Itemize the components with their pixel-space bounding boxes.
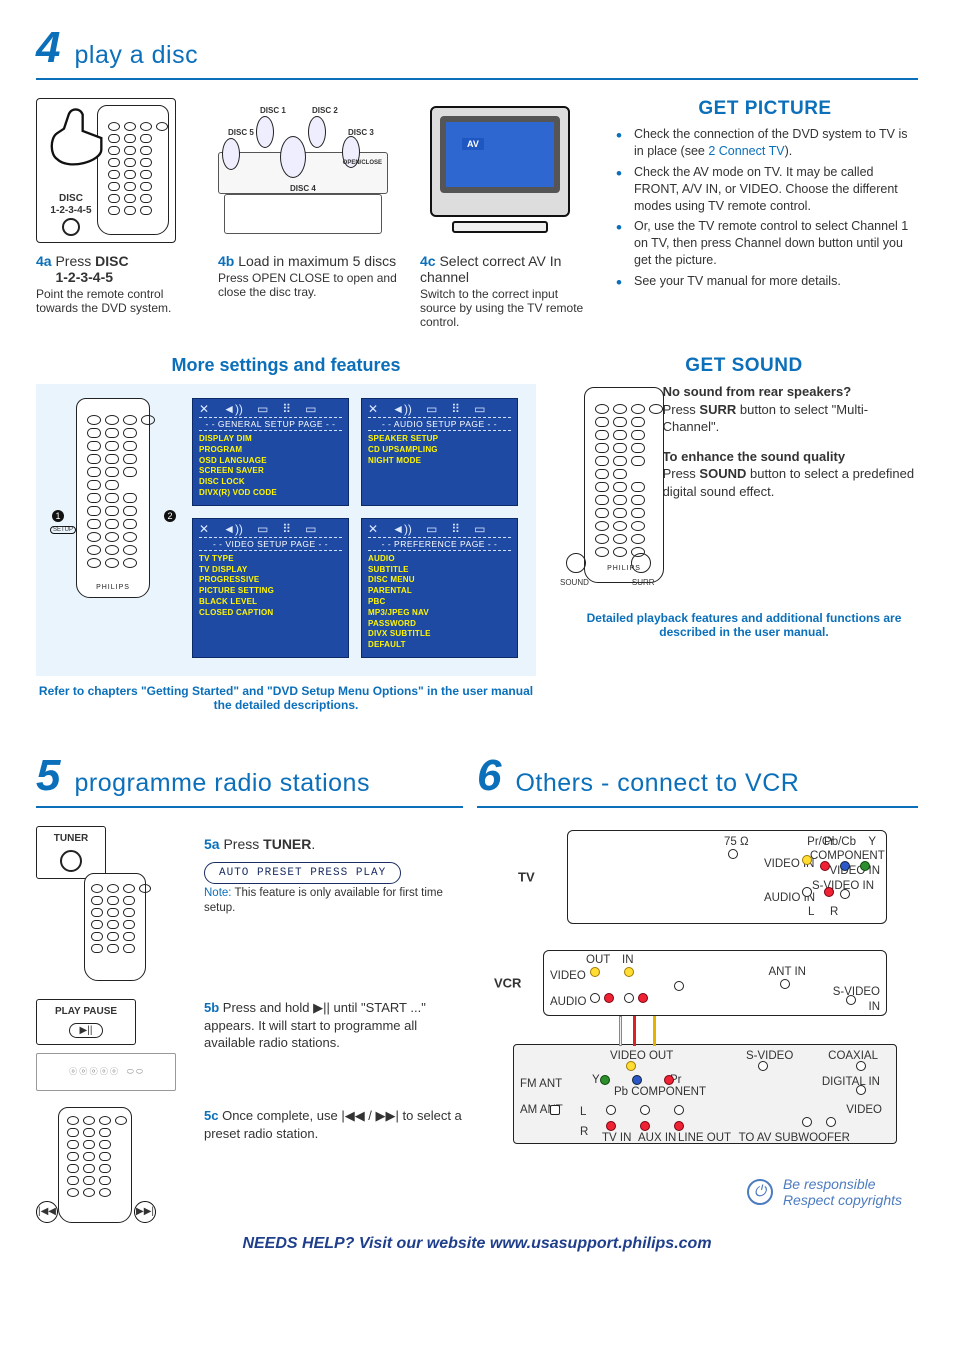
get-sound-text: No sound from rear speakers? Press SURR …	[663, 383, 918, 500]
step-4b-heading: 4b Load in maximum 5 discs	[218, 253, 398, 269]
av-badge: AV	[462, 138, 484, 150]
step-4b-note: Press OPEN CLOSE to open and close the d…	[218, 271, 398, 299]
brand-label: PHILIPS	[585, 565, 663, 572]
copyright-notice: ⏻ Be responsible Respect copyrights	[503, 1176, 902, 1208]
settings-footnote: Refer to chapters "Getting Started" and …	[36, 684, 536, 712]
front-panel-diagram: ⓞ ⓞ ⓞ ⓞ ⓞ ⬭ ⬭	[36, 1053, 176, 1091]
setup-key-label: SETUP	[50, 526, 76, 534]
disc-4-label: DISC 4	[290, 184, 316, 193]
sound-button-icon	[566, 553, 586, 573]
help-footer: NEEDS HELP? Visit our website www.usasup…	[36, 1235, 918, 1253]
callout-2: 2	[164, 510, 176, 522]
settings-and-sound: More settings and features	[36, 335, 918, 712]
section5-title: programme radio stations	[74, 769, 369, 798]
settings-box: PHILIPS 1 2 SETUP ✕◄))▭⠿▭ - - GENERAL SE…	[36, 384, 536, 676]
disc-button-callout: DISC 1-2-3-4-5	[41, 193, 101, 236]
vcr-diagram: TV 75 Ω Pr/Cr Pb/Cb Y COMPONENT VIDEO IN…	[503, 830, 910, 1170]
callout-1: 1	[52, 510, 64, 522]
hr	[36, 78, 918, 80]
section6-number: 6	[477, 754, 501, 798]
get-sound-title: GET SOUND	[570, 355, 918, 377]
disc-1-label: DISC 1	[260, 106, 286, 115]
section5-body: TUNER	[36, 826, 463, 1227]
pointing-hand-icon	[43, 103, 113, 173]
gs-q2-body: Press SOUND button to select a predefine…	[663, 465, 918, 500]
section4-title: play a disc	[74, 41, 198, 70]
disc-3-label: DISC 3	[348, 128, 374, 137]
playpause-icon: ▶||	[69, 1023, 104, 1038]
connect-tv-link[interactable]: 2 Connect TV	[708, 144, 784, 158]
gs-q1-body: Press SURR button to select "Multi-Chann…	[663, 401, 918, 436]
disc-label-l1: DISC	[59, 193, 83, 204]
disc-5-label: DISC 5	[228, 128, 254, 137]
get-picture-item: Check the connection of the DVD system t…	[612, 126, 918, 160]
vcr-unit-label: VCR	[494, 975, 521, 990]
settings-block: More settings and features	[36, 355, 536, 712]
playpause-callout: PLAY PAUSE ▶|| ⓞ ⓞ ⓞ ⓞ ⓞ ⬭ ⬭	[36, 999, 186, 1091]
setup-remote-diagram: PHILIPS 1 2 SETUP	[54, 398, 174, 598]
lower-half: 5 programme radio stations TUNER	[36, 738, 918, 1227]
step-4c-note: Switch to the correct input source by us…	[420, 287, 590, 329]
osd-menu-video: ✕◄))▭⠿▭ - - VIDEO SETUP PAGE - - TV TYPE…	[192, 518, 349, 658]
section4-heading: 4 play a disc	[36, 26, 918, 70]
step-5a-note: Note: This feature is only available for…	[204, 886, 463, 916]
tuner-button-icon	[60, 850, 82, 872]
surr-button-icon	[631, 553, 651, 573]
skip-remote-diagram: |◀◀ ▶▶|	[36, 1107, 186, 1227]
section4-number: 4	[36, 26, 60, 70]
vcr-diagram-wrap: TV 75 Ω Pr/Cr Pb/Cb Y COMPONENT VIDEO IN…	[477, 826, 918, 1208]
copyright-line2: Respect copyrights	[783, 1192, 902, 1208]
step-4a-note: Point the remote control towards the DVD…	[36, 287, 196, 315]
power-icon: ⏻	[747, 1179, 773, 1205]
osd-menu-preference: ✕◄))▭⠿▭ - - PREFERENCE PAGE - - AUDIO SU…	[361, 518, 518, 658]
osd-menu-general: ✕◄))▭⠿▭ - - GENERAL SETUP PAGE - - DISPL…	[192, 398, 349, 506]
page: 4 play a disc	[0, 0, 954, 1281]
get-picture-list: Check the connection of the DVD system t…	[612, 126, 918, 290]
osd-menus: ✕◄))▭⠿▭ - - GENERAL SETUP PAGE - - DISPL…	[192, 398, 518, 658]
get-sound-footnote: Detailed playback features and additiona…	[570, 611, 918, 639]
next-track-icon: ▶▶|	[134, 1201, 156, 1223]
step-4a: DISC 1-2-3-4-5 4a Press DISC 1-2-3-4-5 P…	[36, 98, 196, 315]
gs-q2-head: To enhance the sound quality	[663, 448, 918, 466]
section6-title: Others - connect to VCR	[515, 769, 799, 798]
section5-number: 5	[36, 754, 60, 798]
copyright-line1: Be responsible	[783, 1176, 876, 1192]
tv-diagram: AV	[420, 98, 580, 243]
section6: 6 Others - connect to VCR TV 75 Ω Pr/Cr …	[477, 738, 918, 1227]
sound-remote-diagram: PHILIPS SOUND SURR	[570, 383, 647, 593]
step-5a: 5a Press TUNER. AUTO PRESET PRESS PLAY N…	[204, 826, 463, 916]
get-picture-item: See your TV manual for more details.	[612, 273, 918, 290]
get-picture-title: GET PICTURE	[612, 98, 918, 120]
step-4c-heading: 4c Select correct AV In channel	[420, 253, 590, 285]
step-4a-heading: 4a Press DISC 1-2-3-4-5	[36, 253, 196, 285]
disc-2-label: DISC 2	[312, 106, 338, 115]
tuner-label: TUNER	[54, 833, 88, 844]
osd-menu-audio: ✕◄))▭⠿▭ - - AUDIO SETUP PAGE - - SPEAKER…	[361, 398, 518, 506]
prev-track-icon: |◀◀	[36, 1201, 58, 1223]
settings-title: More settings and features	[36, 355, 536, 376]
surr-label: SURR	[632, 578, 655, 587]
lcd-readout: AUTO PRESET PRESS PLAY	[204, 862, 401, 884]
disc-label-l2: 1-2-3-4-5	[50, 205, 91, 216]
disc-tray-diagram: DISC 1 DISC 2 DISC 3 DISC 4 DISC 5 OPEN/…	[218, 98, 388, 243]
tuner-callout: TUNER	[36, 826, 186, 983]
step-4b: DISC 1 DISC 2 DISC 3 DISC 4 DISC 5 OPEN/…	[218, 98, 398, 299]
open-close-label: OPEN/CLOSE	[343, 160, 382, 166]
section4-body: DISC 1-2-3-4-5 4a Press DISC 1-2-3-4-5 P…	[36, 98, 918, 329]
sound-label: SOUND	[560, 578, 589, 587]
step-5c: 5c Once complete, use |◀◀ / ▶▶| to selec…	[204, 1107, 463, 1142]
get-picture-item: Or, use the TV remote control to select …	[612, 218, 918, 269]
tv-unit-label: TV	[518, 869, 535, 884]
playpause-label: PLAY PAUSE	[55, 1006, 117, 1017]
gs-q1-head: No sound from rear speakers?	[663, 383, 918, 401]
step-4c: AV 4c Select correct AV In channel Switc…	[420, 98, 590, 329]
remote-diagram-4a: DISC 1-2-3-4-5	[36, 98, 176, 243]
get-sound-block: GET SOUND	[570, 355, 918, 639]
section5: 5 programme radio stations TUNER	[36, 738, 477, 1227]
step-5b: 5b Press and hold ▶|| until "START ..." …	[204, 999, 463, 1052]
brand-label: PHILIPS	[77, 584, 149, 591]
get-picture-item: Check the AV mode on TV. It may be calle…	[612, 164, 918, 215]
disc-button-icon	[62, 218, 80, 236]
get-picture-box: GET PICTURE Check the connection of the …	[612, 98, 918, 294]
